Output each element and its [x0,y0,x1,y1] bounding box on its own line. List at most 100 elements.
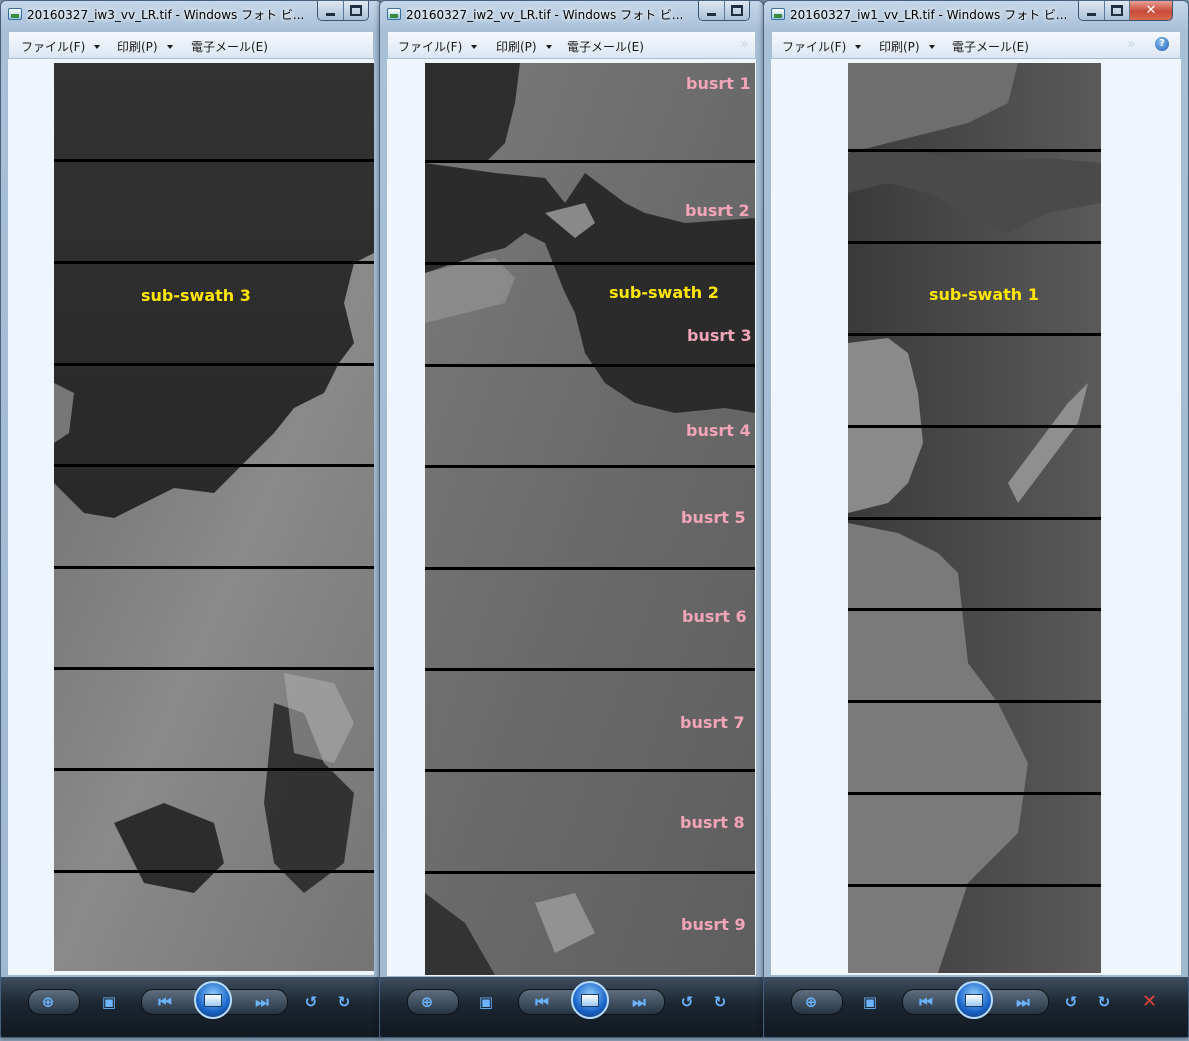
photo-viewer-app-icon [771,8,785,20]
burst-boundary-line [848,792,1101,795]
menu-email[interactable]: 電子メール(E) [952,38,1029,55]
burst-label-7: busrt 7 [680,713,745,732]
burst-boundary-line [848,149,1101,152]
window-controls: ✕ [1078,1,1173,21]
previous-icon[interactable]: ⏮ [917,993,935,1011]
window-controls [317,1,369,21]
photo-viewer-app-icon [387,8,401,20]
next-icon[interactable]: ⏭ [1014,993,1032,1011]
burst-boundary-line [848,700,1101,703]
burst-boundary-line [848,884,1101,887]
burst-boundary-line [848,333,1101,336]
overflow-chevron-icon[interactable]: » [740,36,749,52]
photo-viewer-app-icon [8,8,22,20]
image-viewport[interactable]: sub-swath 2 busrt 1 busrt 2 busrt 3 busr… [387,59,756,976]
bottom-toolbar: ⊕ ▣ ⏮ ⏭ ↺ ↻ [380,977,763,1037]
window-title: 20160327_iw1_vv_LR.tif - Windows フォト ビ..… [790,8,1068,22]
slideshow-icon[interactable] [955,981,993,1019]
burst-boundary-line [54,566,374,569]
window-title: 20160327_iw3_vv_LR.tif - Windows フォト ビ..… [27,8,305,22]
burst-label-4: busrt 4 [686,421,751,440]
actual-size-icon[interactable]: ▣ [477,993,495,1011]
sar-image-iw3-graphic [54,63,374,971]
slideshow-icon[interactable] [194,981,232,1019]
image-viewport[interactable]: sub-swath 3 [8,59,374,975]
burst-boundary-line [54,870,374,873]
burst-label-8: busrt 8 [680,813,745,832]
dropdown-arrow-icon [94,45,101,49]
burst-boundary-line [54,667,374,670]
title-bar[interactable]: 20160327_iw2_vv_LR.tif - Windows フォト ビ..… [380,1,763,29]
dropdown-arrow-icon [928,45,935,49]
zoom-icon[interactable]: ⊕ [39,993,57,1011]
burst-label-1: busrt 1 [686,74,751,93]
command-bar: ファイル(F) 印刷(P) 電子メール(E) » [387,31,756,59]
zoom-icon[interactable]: ⊕ [802,993,820,1011]
minimize-button[interactable] [318,1,343,20]
help-icon[interactable]: ? [1155,37,1169,51]
minimize-button[interactable] [699,1,724,20]
sar-image-iw3: sub-swath 3 [54,63,374,971]
burst-label-5: busrt 5 [681,508,746,527]
menu-print[interactable]: 印刷(P) [496,38,552,55]
burst-boundary-line [848,425,1101,428]
menu-email[interactable]: 電子メール(E) [567,38,644,55]
burst-boundary-line [425,364,755,367]
burst-boundary-line [425,769,755,772]
burst-boundary-line [425,871,755,874]
menu-file[interactable]: ファイル(F) [21,38,101,55]
burst-boundary-line [848,608,1101,611]
window-title: 20160327_iw2_vv_LR.tif - Windows フォト ビ..… [406,8,684,22]
overflow-chevron-icon[interactable]: » [1127,36,1136,52]
zoom-icon[interactable]: ⊕ [418,993,436,1011]
menu-email[interactable]: 電子メール(E) [191,38,268,55]
title-bar[interactable]: 20160327_iw3_vv_LR.tif - Windows フォト ビ..… [1,1,381,29]
dropdown-arrow-icon [166,45,173,49]
burst-label-3: busrt 3 [687,326,752,345]
next-icon[interactable]: ⏭ [630,993,648,1011]
image-viewport[interactable]: sub-swath 1 [771,59,1181,975]
actual-size-icon[interactable]: ▣ [861,993,879,1011]
burst-boundary-line [425,465,755,468]
maximize-button[interactable] [343,1,368,20]
dropdown-arrow-icon [545,45,552,49]
rotate-right-icon[interactable]: ↻ [335,993,353,1011]
command-bar: ファイル(F) 印刷(P) 電子メール(E) [8,31,374,59]
burst-boundary-line [54,159,374,162]
rotate-left-icon[interactable]: ↺ [678,993,696,1011]
bottom-toolbar: ⊕ ▣ ⏮ ⏭ ↺ ↻ ✕ [764,977,1188,1037]
bottom-toolbar: ⊕ ▣ ⏮ ⏭ ↺ ↻ [1,977,381,1037]
menu-print[interactable]: 印刷(P) [879,38,935,55]
burst-boundary-line [425,262,755,265]
actual-size-icon[interactable]: ▣ [100,993,118,1011]
minimize-button[interactable] [1079,1,1104,20]
burst-boundary-line [848,517,1101,520]
previous-icon[interactable]: ⏮ [533,993,551,1011]
menu-print[interactable]: 印刷(P) [117,38,173,55]
slideshow-icon[interactable] [571,981,609,1019]
window-controls [698,1,750,21]
title-bar[interactable]: 20160327_iw1_vv_LR.tif - Windows フォト ビ..… [764,1,1188,29]
burst-boundary-line [425,668,755,671]
menu-file[interactable]: ファイル(F) [398,38,478,55]
dropdown-arrow-icon [471,45,478,49]
delete-icon[interactable]: ✕ [1142,991,1157,1012]
burst-boundary-line [848,241,1101,244]
menu-file[interactable]: ファイル(F) [782,38,862,55]
previous-icon[interactable]: ⏮ [156,993,174,1011]
photo-viewer-window-iw1: 20160327_iw1_vv_LR.tif - Windows フォト ビ..… [763,0,1189,1038]
rotate-left-icon[interactable]: ↺ [302,993,320,1011]
maximize-button[interactable] [1104,1,1129,20]
rotate-right-icon[interactable]: ↻ [711,993,729,1011]
command-bar: ファイル(F) 印刷(P) 電子メール(E) » ? [771,31,1181,59]
rotate-left-icon[interactable]: ↺ [1062,993,1080,1011]
sar-image-iw1: sub-swath 1 [848,63,1101,973]
next-icon[interactable]: ⏭ [253,993,271,1011]
sar-image-iw2: sub-swath 2 busrt 1 busrt 2 busrt 3 busr… [425,63,755,975]
rotate-right-icon[interactable]: ↻ [1095,993,1113,1011]
maximize-button[interactable] [724,1,749,20]
dropdown-arrow-icon [855,45,862,49]
close-button[interactable]: ✕ [1129,1,1172,20]
sub-swath-label: sub-swath 3 [141,286,251,305]
burst-label-2: busrt 2 [685,201,750,220]
